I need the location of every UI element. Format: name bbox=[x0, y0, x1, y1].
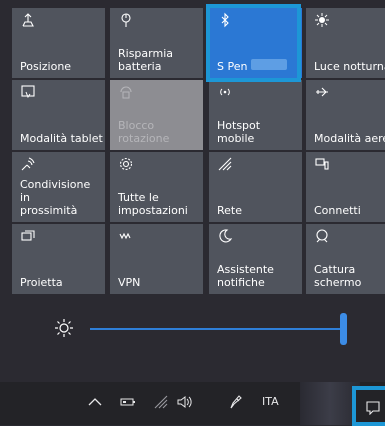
redacted-clock bbox=[300, 382, 360, 425]
action-center-panel: Posizione Risparmia batteria S Pen Luce … bbox=[0, 0, 385, 382]
tile-night-light[interactable]: Luce notturna bbox=[306, 8, 385, 78]
settings-icon bbox=[119, 157, 133, 171]
tile-location[interactable]: Posizione bbox=[12, 8, 105, 78]
notification-icon bbox=[366, 401, 380, 415]
s-pen-highlight-frame bbox=[206, 4, 301, 82]
tile-label: Luce notturna bbox=[314, 60, 385, 73]
tablet-mode-icon bbox=[21, 85, 35, 99]
tile-tablet-mode[interactable]: Modalità tablet bbox=[12, 80, 105, 150]
tile-label: Condivisione in prossimità bbox=[20, 178, 91, 217]
tile-label: Blocco rotazione bbox=[118, 119, 170, 145]
tile-airplane-mode[interactable]: Modalità aere bbox=[306, 80, 385, 150]
action-center-button[interactable] bbox=[352, 386, 385, 426]
tile-mobile-hotspot[interactable]: Hotspot mobile bbox=[209, 80, 302, 150]
tile-label: Hotspot mobile bbox=[217, 119, 261, 145]
mobile-hotspot-icon bbox=[220, 88, 230, 96]
tile-all-settings[interactable]: Tutte le impostazioni bbox=[110, 152, 203, 222]
battery-icon[interactable] bbox=[120, 397, 136, 407]
tile-nearby-share[interactable]: Condivisione in prossimità bbox=[12, 152, 105, 222]
focus-assist-icon bbox=[219, 229, 233, 243]
tile-vpn[interactable]: VPN bbox=[110, 224, 203, 294]
airplane-icon bbox=[316, 87, 328, 97]
screen-snip-icon bbox=[316, 229, 328, 243]
tile-label: Modalità tablet bbox=[20, 132, 103, 145]
tile-label: Proietta bbox=[20, 276, 63, 289]
tile-connect[interactable]: Connetti bbox=[306, 152, 385, 222]
tile-label: Assistente notifiche bbox=[217, 263, 274, 289]
tile-label: Modalità aere bbox=[314, 132, 385, 145]
tile-label: Rete bbox=[217, 204, 242, 217]
tile-focus-assist[interactable]: Assistente notifiche bbox=[209, 224, 302, 294]
brightness-icon bbox=[55, 319, 73, 337]
tile-label: Connetti bbox=[314, 204, 361, 217]
network-icon bbox=[218, 157, 232, 171]
wifi-icon[interactable] bbox=[153, 395, 169, 409]
rotation-lock-icon bbox=[120, 86, 132, 99]
tile-rotation-lock[interactable]: Blocco rotazione bbox=[110, 80, 203, 150]
tile-label: Tutte le impostazioni bbox=[118, 191, 188, 217]
night-light-icon bbox=[315, 13, 329, 27]
battery-saver-icon bbox=[121, 13, 131, 27]
tile-label: Risparmia batteria bbox=[118, 47, 173, 73]
taskbar: ITA bbox=[0, 382, 385, 426]
brightness-slider-thumb[interactable] bbox=[340, 313, 347, 345]
volume-icon[interactable] bbox=[176, 395, 192, 409]
vpn-icon bbox=[119, 232, 131, 240]
tile-label: VPN bbox=[118, 276, 141, 289]
brightness-slider-track[interactable] bbox=[90, 328, 346, 330]
location-icon bbox=[22, 13, 34, 27]
pen-workspace-icon[interactable] bbox=[228, 394, 244, 410]
nearby-share-icon bbox=[21, 157, 35, 171]
project-icon bbox=[21, 230, 35, 241]
language-indicator[interactable]: ITA bbox=[262, 395, 279, 408]
tile-network[interactable]: Rete bbox=[209, 152, 302, 222]
tile-project[interactable]: Proietta bbox=[12, 224, 105, 294]
tile-battery-saver[interactable]: Risparmia batteria bbox=[110, 8, 203, 78]
chevron-up-icon[interactable] bbox=[88, 397, 102, 407]
tile-screen-snip[interactable]: Cattura schermo bbox=[306, 224, 385, 294]
connect-icon bbox=[315, 158, 329, 170]
tile-label: Cattura schermo bbox=[314, 263, 362, 289]
tile-label: Posizione bbox=[20, 60, 72, 73]
